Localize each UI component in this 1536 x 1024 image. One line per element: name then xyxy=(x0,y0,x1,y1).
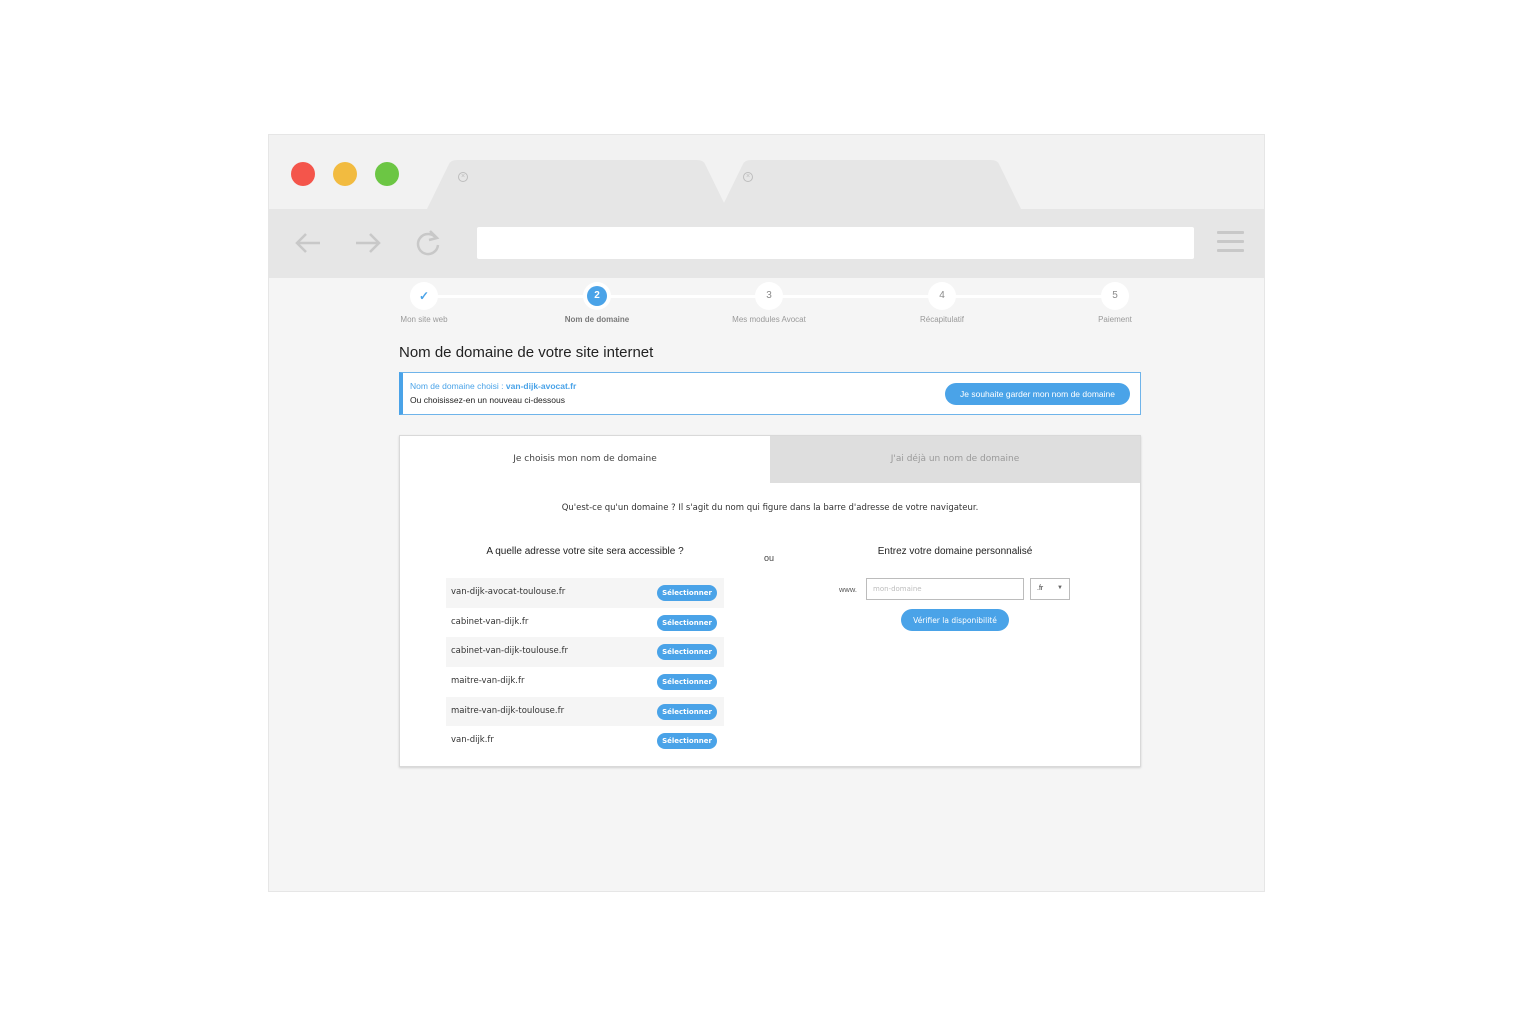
browser-toolbar xyxy=(269,209,1264,278)
step-label: Mes modules Avocat xyxy=(732,315,806,324)
select-button[interactable]: Sélectionner xyxy=(657,703,717,720)
forward-arrow-icon[interactable] xyxy=(352,227,384,259)
select-button[interactable]: Sélectionner xyxy=(657,674,717,691)
check-availability-button[interactable]: Vérifier la disponibilité xyxy=(901,609,1009,631)
domain-name: maitre-van-dijk-toulouse.fr xyxy=(451,705,565,716)
select-button[interactable]: Sélectionner xyxy=(657,614,717,631)
maximize-window-button[interactable] xyxy=(375,162,399,186)
chosen-domain-value: van-dijk-avocat.fr xyxy=(505,381,577,391)
reload-icon[interactable] xyxy=(412,227,444,259)
tab-existing-domain[interactable]: J'ai déjà un nom de domaine xyxy=(770,436,1140,483)
hamburger-menu-icon[interactable] xyxy=(1217,231,1244,253)
tab-close-icon[interactable]: × xyxy=(458,172,468,182)
separator-ou: ou xyxy=(764,553,775,563)
domain-name: cabinet-van-dijk.fr xyxy=(451,616,529,627)
title-bar: × × xyxy=(269,135,1264,209)
step-circle: 3 xyxy=(755,282,783,310)
domain-name: van-dijk.fr xyxy=(451,735,494,746)
browser-tab-active[interactable]: × xyxy=(427,160,727,209)
custom-domain-input[interactable] xyxy=(866,578,1024,600)
step-mon-site-web[interactable]: ✓ Mon site web xyxy=(364,282,484,324)
domain-tabs: Je choisis mon nom de domaine J'ai déjà … xyxy=(400,436,1140,483)
tld-select[interactable]: .fr ▼ xyxy=(1030,578,1070,600)
check-icon: ✓ xyxy=(410,282,438,310)
page-content: ✓ Mon site web 2 Nom de domaine 3 Mes mo… xyxy=(269,278,1264,772)
tab-choose-domain[interactable]: Je choisis mon nom de domaine xyxy=(400,436,770,483)
close-window-button[interactable] xyxy=(291,162,315,186)
chosen-domain-notice: Nom de domaine choisi : van-dijk-avocat.… xyxy=(399,372,1141,415)
step-circle: 5 xyxy=(1101,282,1129,310)
step-mes-modules[interactable]: 3 Mes modules Avocat xyxy=(709,282,829,324)
select-button[interactable]: Sélectionner xyxy=(657,644,717,661)
notice-subtext: Ou choisissez-en un nouveau ci-dessous xyxy=(410,395,565,405)
list-item: cabinet-van-dijk.fr Sélectionner xyxy=(446,608,724,638)
list-item: cabinet-van-dijk-toulouse.fr Sélectionne… xyxy=(446,637,724,668)
select-button[interactable]: Sélectionner xyxy=(657,585,717,601)
step-recapitulatif[interactable]: 4 Récapitulatif xyxy=(882,282,1002,324)
domain-name: van-dijk-avocat-toulouse.fr xyxy=(451,587,566,597)
back-arrow-icon[interactable] xyxy=(292,227,324,259)
select-button[interactable]: Sélectionner xyxy=(657,733,717,750)
step-label: Mon site web xyxy=(400,315,448,324)
list-item: van-dijk-avocat-toulouse.fr Sélectionner xyxy=(446,578,724,608)
step-circle: 2 xyxy=(583,282,611,310)
chevron-down-icon: ▼ xyxy=(1057,585,1063,591)
domain-explanation: Qu'est-ce qu'un domaine ? Il s'agit du n… xyxy=(561,503,979,513)
www-prefix: www. xyxy=(839,585,857,594)
step-circle: 4 xyxy=(928,282,956,310)
page-title: Nom de domaine de votre site internet xyxy=(399,344,654,361)
domain-name: maitre-van-dijk.fr xyxy=(451,676,525,687)
domain-card: Je choisis mon nom de domaine J'ai déjà … xyxy=(399,435,1141,767)
step-label: Paiement xyxy=(1098,315,1132,324)
browser-tab[interactable]: × xyxy=(721,160,1021,209)
domain-name: cabinet-van-dijk-toulouse.fr xyxy=(451,646,568,657)
chosen-domain-line: Nom de domaine choisi : van-dijk-avocat.… xyxy=(410,381,576,391)
minimize-window-button[interactable] xyxy=(333,162,357,186)
address-bar[interactable] xyxy=(477,227,1194,259)
chosen-domain-prefix: Nom de domaine choisi : xyxy=(410,381,506,391)
step-paiement[interactable]: 5 Paiement xyxy=(1055,282,1175,324)
list-item: van-dijk.fr Sélectionner xyxy=(446,726,724,756)
browser-window: × × ✓ Mon site web 2 Nom de domaine 3 Me… xyxy=(268,134,1265,892)
step-label: Nom de domaine xyxy=(564,315,630,324)
custom-domain-title: Entrez votre domaine personnalisé xyxy=(877,546,1033,557)
list-item: maitre-van-dijk-toulouse.fr Sélectionner xyxy=(446,696,724,727)
keep-domain-button[interactable]: Je souhaite garder mon nom de domaine xyxy=(945,383,1130,405)
tld-value: .fr xyxy=(1037,585,1044,592)
step-label: Récapitulatif xyxy=(919,315,965,324)
list-item: maitre-van-dijk.fr Sélectionner xyxy=(446,667,724,697)
tab-close-icon[interactable]: × xyxy=(743,172,753,182)
step-nom-de-domaine[interactable]: 2 Nom de domaine xyxy=(537,282,657,324)
domain-suggestions-list: van-dijk-avocat-toulouse.fr Sélectionner… xyxy=(446,578,724,756)
suggestions-title: A quelle adresse votre site sera accessi… xyxy=(486,546,684,557)
